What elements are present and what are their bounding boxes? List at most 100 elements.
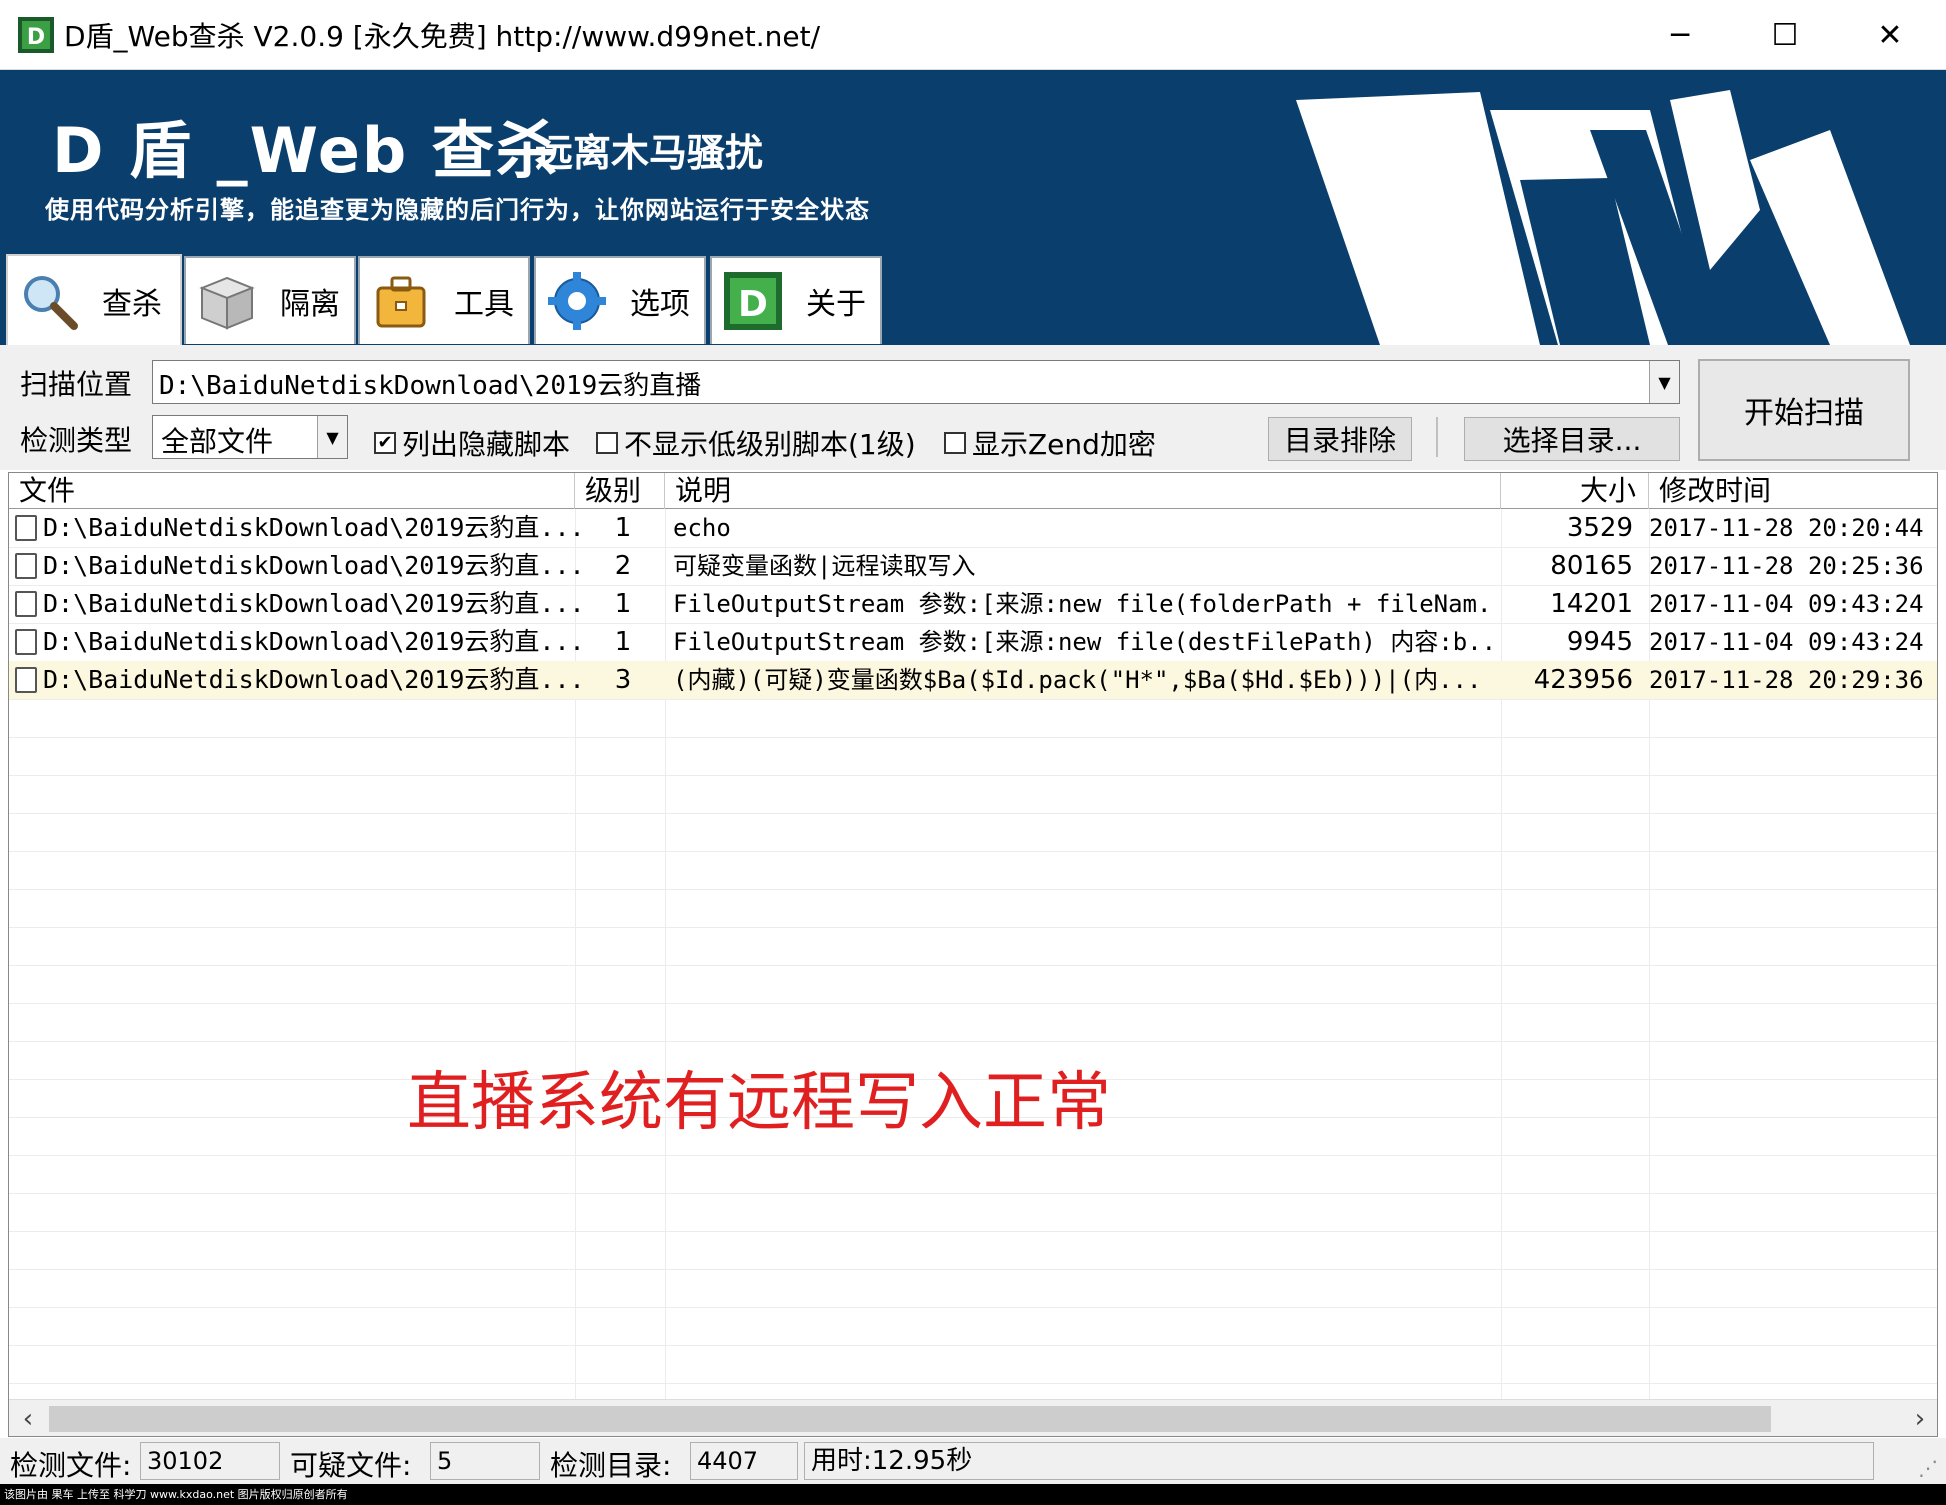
banner-title: D 盾 _Web 查杀 bbox=[52, 114, 560, 187]
row-level: 1 bbox=[614, 589, 632, 619]
row-size: 3529 bbox=[1566, 513, 1633, 543]
row-description: (内藏)(可疑)变量函数$Ba($Id.pack("H*",$Ba($Hd.$E… bbox=[673, 666, 1482, 694]
row-separator bbox=[9, 699, 1937, 700]
row-separator bbox=[9, 813, 1937, 814]
tab-about-label: 关于 bbox=[806, 287, 866, 322]
document-icon bbox=[15, 553, 37, 579]
scan-location-label: 扫描位置 bbox=[20, 368, 133, 401]
d-logo-icon: D bbox=[722, 270, 784, 332]
table-row[interactable]: D:\BaiduNetdiskDownload\2019云豹直... 1 Fil… bbox=[9, 585, 1937, 623]
row-file: D:\BaiduNetdiskDownload\2019云豹直... bbox=[43, 589, 581, 618]
hide-lowlevel-checkbox[interactable]: 不显示低级别脚本(1级) bbox=[596, 423, 916, 463]
row-separator bbox=[9, 889, 1937, 890]
row-separator bbox=[9, 775, 1937, 776]
row-separator bbox=[9, 851, 1937, 852]
table-row[interactable]: D:\BaiduNetdiskDownload\2019云豹直... 1 ech… bbox=[9, 509, 1937, 547]
close-button[interactable]: ✕ bbox=[1838, 0, 1942, 70]
maximize-button[interactable]: ☐ bbox=[1733, 0, 1837, 70]
table-row[interactable]: D:\BaiduNetdiskDownload\2019云豹直... 2 可疑变… bbox=[9, 547, 1937, 585]
row-modified: 2017-11-28 20:25:36 bbox=[1649, 552, 1924, 580]
column-header-size[interactable]: 大小 bbox=[1501, 473, 1649, 509]
tab-options-label: 选项 bbox=[630, 287, 690, 322]
table-row-selected[interactable]: D:\BaiduNetdiskDownload\2019云豹直... 3 (内藏… bbox=[9, 661, 1937, 699]
row-separator bbox=[9, 965, 1937, 966]
row-separator bbox=[9, 927, 1937, 928]
tab-about[interactable]: D 关于 bbox=[710, 256, 882, 344]
horizontal-scrollbar[interactable]: ‹ › bbox=[9, 1399, 1937, 1436]
chevron-down-icon[interactable]: ▼ bbox=[317, 416, 347, 458]
banner-slogan: 远离木马骚扰 bbox=[535, 131, 764, 175]
title-bar: D D盾_Web查杀 V2.0.9 [永久免费] http://www.d99n… bbox=[0, 0, 1946, 70]
list-header: 文件 级别 说明 大小 修改时间 bbox=[9, 473, 1937, 509]
row-description: FileOutputStream 参数:[来源:new file(folderP… bbox=[673, 590, 1497, 618]
banner-description: 使用代码分析引擎，能追查更为隐藏的后门行为，让你网站运行于安全状态 bbox=[45, 196, 870, 224]
files-scanned-label: 检测文件: bbox=[10, 1449, 132, 1482]
red-annotation-text: 直播系统有远程写入正常 bbox=[407, 1066, 1111, 1140]
suspicious-files-label: 可疑文件: bbox=[290, 1449, 412, 1482]
app-logo-icon: D bbox=[18, 15, 58, 55]
scan-location-value: D:\BaiduNetdiskDownload\2019云豹直播 bbox=[159, 371, 702, 401]
column-header-description[interactable]: 说明 bbox=[665, 473, 1501, 509]
show-zend-checkbox[interactable]: 显示Zend加密 bbox=[944, 423, 1156, 463]
minimize-button[interactable]: ─ bbox=[1628, 0, 1732, 70]
detect-type-value: 全部文件 bbox=[161, 425, 274, 458]
tab-options[interactable]: 选项 bbox=[534, 256, 706, 344]
document-icon bbox=[15, 629, 37, 655]
watermark-strip: 该图片由 果车 上传至 科学刀 www.kxdao.net 图片版权归原创者所有 bbox=[0, 1484, 1946, 1505]
row-modified: 2017-11-04 09:43:24 bbox=[1649, 590, 1924, 618]
row-file: D:\BaiduNetdiskDownload\2019云豹直... bbox=[43, 665, 581, 694]
row-separator bbox=[9, 1193, 1937, 1194]
tab-tools[interactable]: 工具 bbox=[358, 256, 530, 344]
row-modified: 2017-11-28 20:20:44 bbox=[1649, 514, 1924, 542]
detect-type-combo[interactable]: 全部文件 ▼ bbox=[152, 415, 348, 459]
files-scanned-value: 30102 bbox=[140, 1442, 280, 1480]
list-hidden-checkbox[interactable]: ✔ 列出隐藏脚本 bbox=[374, 423, 570, 463]
scroll-left-icon[interactable]: ‹ bbox=[9, 1400, 47, 1436]
row-level: 1 bbox=[614, 627, 632, 657]
status-bar: 检测文件: 30102 可疑文件: 5 检测目录: 4407 用时:12.95秒… bbox=[0, 1438, 1946, 1484]
scroll-right-icon[interactable]: › bbox=[1901, 1400, 1937, 1436]
row-separator bbox=[9, 1269, 1937, 1270]
list-hidden-label: 列出隐藏脚本 bbox=[402, 428, 571, 461]
row-file: D:\BaiduNetdiskDownload\2019云豹直... bbox=[43, 627, 581, 656]
row-separator bbox=[9, 1307, 1937, 1308]
row-separator bbox=[9, 1155, 1937, 1156]
chevron-down-icon[interactable]: ▼ bbox=[1649, 361, 1679, 403]
document-icon bbox=[15, 591, 37, 617]
scan-controls: 扫描位置 D:\BaiduNetdiskDownload\2019云豹直播 ▼ … bbox=[0, 345, 1946, 470]
select-dir-button[interactable]: 选择目录... bbox=[1464, 417, 1680, 461]
column-header-file[interactable]: 文件 bbox=[9, 473, 575, 509]
exclude-dir-button[interactable]: 目录排除 bbox=[1268, 417, 1412, 461]
scrollbar-thumb[interactable] bbox=[49, 1406, 1771, 1432]
toolbar-separator bbox=[1436, 417, 1438, 457]
document-icon bbox=[15, 667, 37, 693]
column-header-modified[interactable]: 修改时间 bbox=[1649, 473, 1937, 509]
row-level: 3 bbox=[614, 665, 632, 695]
detect-type-label: 检测类型 bbox=[20, 424, 133, 457]
results-list[interactable]: 文件 级别 说明 大小 修改时间 D:\BaiduNetdiskDownload… bbox=[8, 472, 1938, 1437]
gear-icon bbox=[546, 270, 608, 332]
scan-location-combo[interactable]: D:\BaiduNetdiskDownload\2019云豹直播 ▼ bbox=[152, 360, 1680, 404]
dirs-scanned-label: 检测目录: bbox=[550, 1449, 672, 1482]
row-size: 80165 bbox=[1550, 551, 1633, 581]
tab-tools-label: 工具 bbox=[454, 287, 514, 322]
table-row[interactable]: D:\BaiduNetdiskDownload\2019云豹直... 1 Fil… bbox=[9, 623, 1937, 661]
tab-scan[interactable]: 查杀 bbox=[6, 254, 182, 346]
d-shield-logo-icon bbox=[1296, 90, 1910, 345]
row-size: 9945 bbox=[1566, 627, 1633, 657]
row-description: echo bbox=[673, 514, 731, 542]
suspicious-files-value: 5 bbox=[430, 1442, 540, 1480]
elapsed-time: 用时:12.95秒 bbox=[804, 1442, 1874, 1480]
row-separator bbox=[9, 737, 1937, 738]
row-level: 2 bbox=[614, 551, 632, 581]
dirs-scanned-value: 4407 bbox=[690, 1442, 798, 1480]
row-file: D:\BaiduNetdiskDownload\2019云豹直... bbox=[43, 513, 581, 542]
start-scan-button[interactable]: 开始扫描 bbox=[1698, 359, 1910, 461]
column-header-level[interactable]: 级别 bbox=[575, 473, 665, 509]
tab-quarantine[interactable]: 隔离 bbox=[184, 256, 356, 344]
checkbox-empty-icon bbox=[596, 432, 618, 454]
checkbox-checked-icon: ✔ bbox=[374, 432, 396, 454]
resize-grip-icon[interactable]: ⋰ bbox=[1918, 1456, 1938, 1480]
row-separator bbox=[9, 1383, 1937, 1384]
show-zend-label: 显示Zend加密 bbox=[972, 428, 1156, 461]
